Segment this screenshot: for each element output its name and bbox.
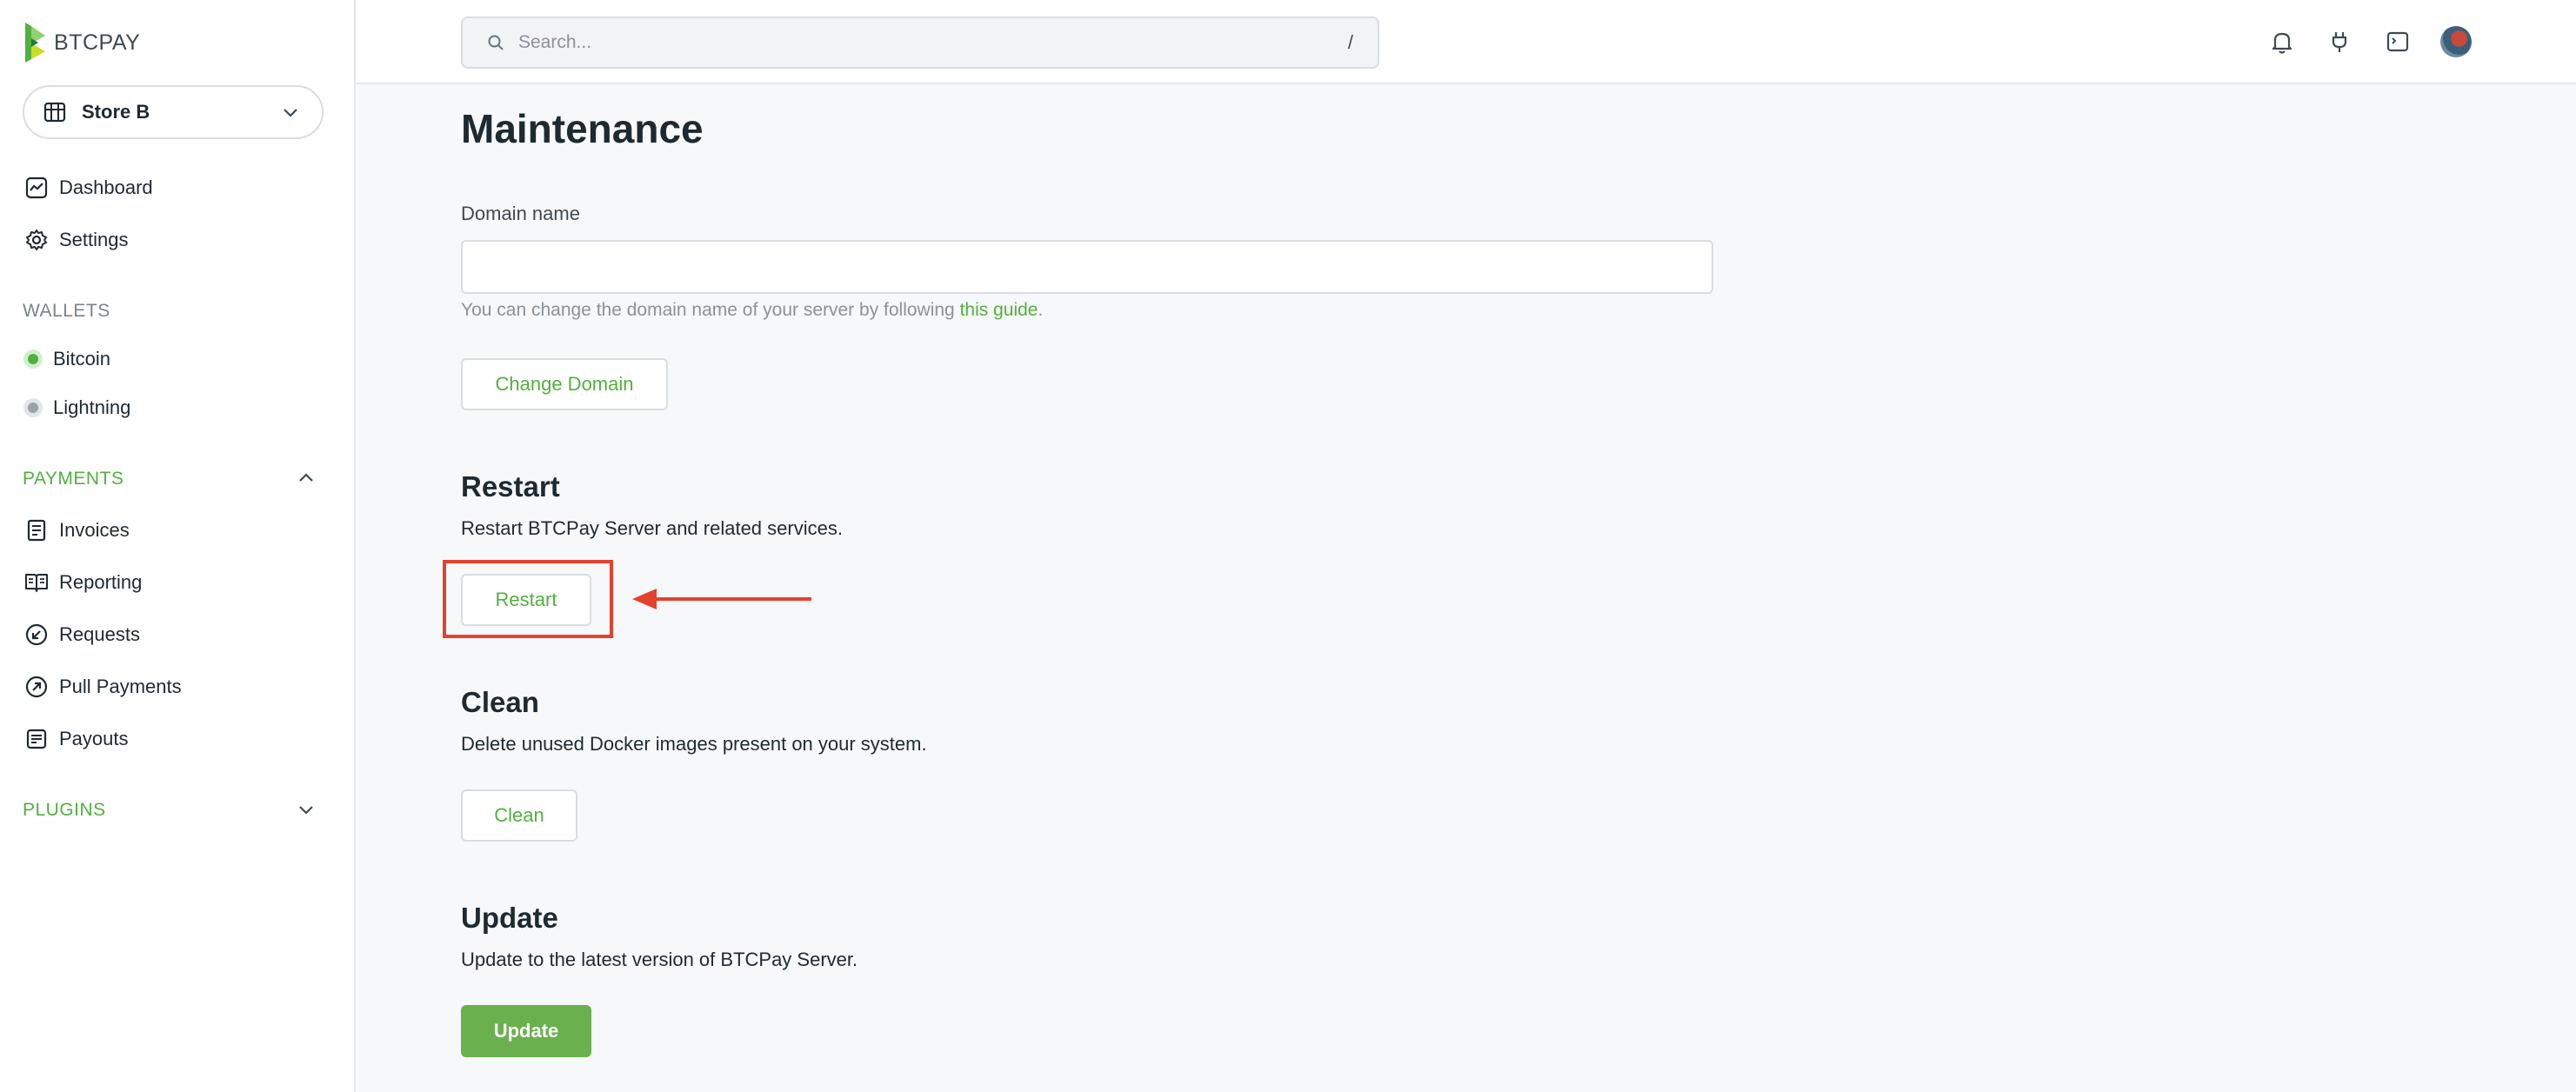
- sidebar-item-reporting[interactable]: Reporting: [24, 565, 142, 600]
- top-bar: /: [356, 0, 2576, 84]
- page-title: Maintenance: [461, 106, 704, 151]
- sidebar-item-settings[interactable]: Settings: [24, 223, 129, 257]
- store-selector[interactable]: Store B: [23, 85, 324, 139]
- domain-guide-link[interactable]: this guide: [960, 300, 1038, 320]
- clean-section-title: Clean: [461, 686, 539, 718]
- restart-section-description: Restart BTCPay Server and related servic…: [461, 517, 843, 539]
- sidebar-item-lightning[interactable]: Lightning: [23, 390, 130, 425]
- terminal-icon[interactable]: [2384, 28, 2412, 56]
- sidebar-item-label: Bitcoin: [53, 348, 111, 370]
- sidebar-item-label: Pull Payments: [59, 676, 182, 697]
- clean-section-description: Delete unused Docker images present on y…: [461, 733, 927, 755]
- domain-name-input[interactable]: [461, 240, 1713, 294]
- sidebar-item-pull-payments[interactable]: Pull Payments: [24, 669, 182, 704]
- sidebar-item-bitcoin[interactable]: Bitcoin: [23, 342, 110, 376]
- plug-icon[interactable]: [2326, 28, 2353, 56]
- main-content: Maintenance Domain name You can change t…: [356, 84, 2576, 1092]
- change-domain-button[interactable]: Change Domain: [461, 358, 668, 410]
- wallets-section-header: WALLETS: [23, 301, 110, 321]
- sidebar-item-requests[interactable]: Requests: [24, 617, 140, 652]
- chevron-up-icon[interactable]: [296, 468, 317, 489]
- sidebar-item-label: Settings: [59, 229, 129, 250]
- store-icon: [43, 102, 66, 123]
- update-button[interactable]: Update: [461, 1005, 591, 1057]
- sidebar-item-label: Dashboard: [59, 176, 153, 198]
- gear-icon: [26, 230, 47, 250]
- sidebar-item-label: Lightning: [53, 396, 131, 418]
- avatar[interactable]: [2440, 26, 2472, 57]
- search-icon: [488, 35, 504, 50]
- sidebar-item-payouts[interactable]: Payouts: [24, 722, 129, 756]
- store-selector-label: Store B: [82, 101, 150, 123]
- search-box[interactable]: /: [461, 17, 1379, 69]
- annotation-highlight-box: [443, 560, 613, 638]
- domain-help-text: You can change the domain name of your s…: [461, 300, 1043, 321]
- search-input[interactable]: [517, 31, 1348, 54]
- bell-icon[interactable]: [2268, 28, 2296, 56]
- payments-section-header[interactable]: PAYMENTS: [23, 469, 123, 489]
- sidebar-item-label: Invoices: [59, 519, 130, 541]
- brand-logo[interactable]: BTCPAY: [23, 21, 140, 64]
- pull-payments-icon: [25, 676, 48, 698]
- sidebar-item-label: Payouts: [59, 728, 129, 749]
- update-section-description: Update to the latest version of BTCPay S…: [461, 949, 858, 970]
- search-shortcut-hint: /: [1347, 31, 1353, 53]
- plugins-section-header[interactable]: PLUGINS: [23, 800, 106, 821]
- update-section-title: Update: [461, 902, 558, 934]
- domain-help-prefix: You can change the domain name of your s…: [461, 300, 960, 320]
- sidebar-item-label: Reporting: [59, 571, 143, 593]
- requests-icon: [25, 623, 48, 646]
- sidebar: BTCPAY Store B Dashboard Settings WALLET…: [0, 0, 356, 1092]
- domain-name-label: Domain name: [461, 203, 580, 224]
- dashboard-icon: [25, 176, 48, 199]
- wallet-status-inactive-icon: [23, 398, 43, 417]
- chevron-down-icon[interactable]: [296, 799, 317, 820]
- invoice-icon: [27, 519, 46, 542]
- clean-button[interactable]: Clean: [461, 789, 577, 842]
- sidebar-item-label: Requests: [59, 623, 140, 645]
- payouts-icon: [26, 729, 47, 749]
- sidebar-item-dashboard[interactable]: Dashboard: [24, 170, 153, 205]
- wallet-status-active-icon: [23, 350, 43, 369]
- chevron-down-icon: [284, 109, 297, 117]
- reporting-icon: [25, 574, 48, 592]
- brand-name: BTCPAY: [54, 30, 141, 55]
- sidebar-item-invoices[interactable]: Invoices: [24, 513, 130, 548]
- domain-help-suffix: .: [1038, 300, 1044, 320]
- btcpay-logo-icon: [25, 23, 45, 63]
- annotation-arrow-icon: [632, 589, 811, 609]
- restart-section-title: Restart: [461, 470, 560, 503]
